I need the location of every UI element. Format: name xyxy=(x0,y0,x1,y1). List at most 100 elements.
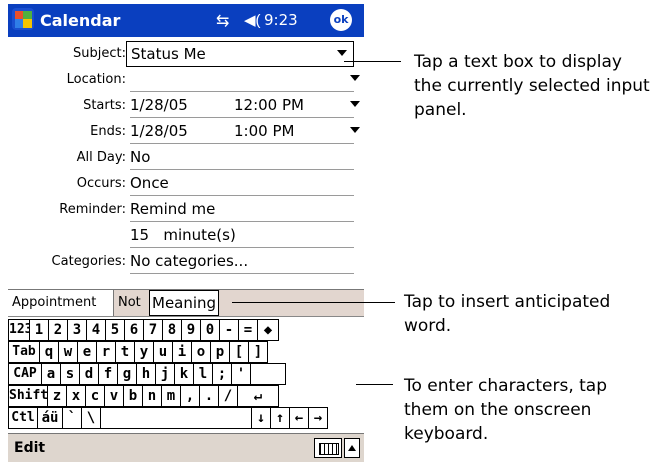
key[interactable]: u xyxy=(153,341,173,363)
app-title: Calendar xyxy=(40,11,121,30)
chevron-down-icon[interactable] xyxy=(337,50,347,56)
key[interactable]: Tab xyxy=(8,341,40,363)
starts-label: Starts: xyxy=(83,98,126,113)
occurs-field[interactable]: Once xyxy=(130,174,354,196)
clock-time[interactable]: 9:23 xyxy=(264,11,298,29)
key[interactable]: c xyxy=(85,385,105,407)
key[interactable]: s xyxy=(60,363,80,385)
key[interactable]: ↑ xyxy=(270,407,290,429)
key[interactable]: y xyxy=(134,341,154,363)
key[interactable]: j xyxy=(155,363,175,385)
key[interactable]: . xyxy=(199,385,219,407)
callout-enter-chars: To enter characters, tap them on the ons… xyxy=(404,376,607,444)
key[interactable]: 6 xyxy=(124,319,144,341)
tab-appointment[interactable]: Appointment xyxy=(8,290,114,316)
key[interactable]: 3 xyxy=(67,319,87,341)
key[interactable]: \ xyxy=(81,407,101,429)
callout-leader-enter-chars xyxy=(356,384,393,385)
key[interactable]: ] xyxy=(248,341,268,363)
key[interactable]: a xyxy=(41,363,61,385)
ends-time[interactable]: 1:00 PM xyxy=(234,122,294,140)
key[interactable]: ' xyxy=(231,363,251,385)
key[interactable]: l xyxy=(193,363,213,385)
key[interactable]: → xyxy=(308,407,328,429)
categories-field[interactable]: No categories... xyxy=(130,252,354,274)
key[interactable]: g xyxy=(117,363,137,385)
tab-strip: Appointment Not Meaning xyxy=(8,289,364,317)
ends-date[interactable]: 1/28/05 xyxy=(130,122,188,140)
key[interactable]: r xyxy=(96,341,116,363)
key[interactable]: d xyxy=(79,363,99,385)
key[interactable]: 1 xyxy=(29,319,49,341)
key[interactable]: o xyxy=(191,341,211,363)
connectivity-icon[interactable]: ⇆ xyxy=(216,11,229,31)
key[interactable]: 5 xyxy=(105,319,125,341)
enter-key[interactable] xyxy=(250,363,286,385)
key[interactable]: ◆ xyxy=(257,319,279,341)
starts-field[interactable]: 1/28/05 12:00 PM xyxy=(130,96,354,118)
keyboard-icon[interactable] xyxy=(314,438,342,458)
ok-button[interactable]: ok xyxy=(330,9,352,31)
location-field[interactable] xyxy=(130,70,354,92)
chevron-down-icon[interactable] xyxy=(350,127,360,133)
chevron-down-icon[interactable] xyxy=(350,75,360,81)
key[interactable]: w xyxy=(58,341,78,363)
key[interactable]: m xyxy=(161,385,181,407)
key[interactable]: [ xyxy=(229,341,249,363)
word-suggestion[interactable]: Meaning xyxy=(149,290,220,316)
key[interactable]: áü xyxy=(37,407,63,429)
key[interactable]: - xyxy=(219,319,239,341)
key[interactable]: 4 xyxy=(86,319,106,341)
key[interactable]: CAP xyxy=(8,363,42,385)
reminder-amount-row: 15 minute(s) xyxy=(8,223,364,249)
chevron-down-icon[interactable] xyxy=(350,101,360,107)
key[interactable]: k xyxy=(174,363,194,385)
key[interactable]: Shift xyxy=(8,385,48,407)
subject-field[interactable]: Status Me xyxy=(126,41,354,67)
input-panel-arrow-button[interactable] xyxy=(344,438,360,458)
key[interactable]: ← xyxy=(289,407,309,429)
windows-start-icon[interactable] xyxy=(12,8,34,30)
location-row: Location: xyxy=(8,67,364,93)
key[interactable]: 123 xyxy=(8,319,32,341)
key[interactable]: ` xyxy=(62,407,82,429)
categories-label: Categories: xyxy=(51,254,126,269)
key[interactable]: / xyxy=(218,385,238,407)
key[interactable]: 7 xyxy=(143,319,163,341)
starts-time[interactable]: 12:00 PM xyxy=(234,96,304,114)
keyboard-row-1: 123 1 2 3 4 5 6 7 8 9 0- = ◆ xyxy=(8,319,279,341)
ends-field[interactable]: 1/28/05 1:00 PM xyxy=(130,122,354,144)
key[interactable]: z xyxy=(47,385,67,407)
key[interactable]: f xyxy=(98,363,118,385)
key[interactable]: Ctl xyxy=(8,407,38,429)
reminder-field[interactable]: Remind me xyxy=(130,200,354,222)
starts-date[interactable]: 1/28/05 xyxy=(130,96,188,114)
key[interactable]: ↵ xyxy=(237,385,279,407)
key[interactable]: = xyxy=(238,319,258,341)
key[interactable]: , xyxy=(180,385,200,407)
edit-menu[interactable]: Edit xyxy=(14,440,45,456)
volume-icon[interactable]: ◀( xyxy=(244,11,261,29)
key[interactable]: x xyxy=(66,385,86,407)
tab-notes[interactable]: Not xyxy=(116,290,148,316)
callout-insert-word: Tap to insert anticipated word. xyxy=(404,292,611,336)
key[interactable]: t xyxy=(115,341,135,363)
reminder-amount-field[interactable]: 15 minute(s) xyxy=(130,226,354,248)
key[interactable]: n xyxy=(142,385,162,407)
key[interactable]: 8 xyxy=(162,319,182,341)
space-key[interactable] xyxy=(100,407,252,429)
allday-field[interactable]: No xyxy=(130,148,354,170)
key[interactable]: v xyxy=(104,385,124,407)
key[interactable]: q xyxy=(39,341,59,363)
key[interactable]: h xyxy=(136,363,156,385)
key[interactable]: ↓ xyxy=(251,407,271,429)
key[interactable]: e xyxy=(77,341,97,363)
key[interactable]: b xyxy=(123,385,143,407)
key[interactable]: i xyxy=(172,341,192,363)
ends-row: Ends: 1/28/05 1:00 PM xyxy=(8,119,364,145)
key[interactable]: p xyxy=(210,341,230,363)
key[interactable]: 9 xyxy=(181,319,201,341)
key[interactable]: 0 xyxy=(200,319,220,341)
key[interactable]: 2 xyxy=(48,319,68,341)
key[interactable]: ; xyxy=(212,363,232,385)
